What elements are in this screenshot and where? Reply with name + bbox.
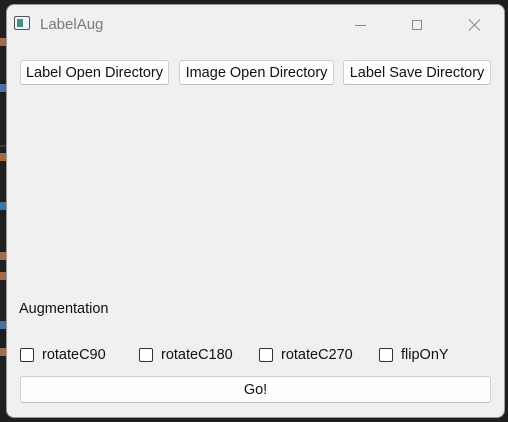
label-save-directory-button[interactable]: Label Save Directory — [343, 60, 491, 85]
checkbox-box[interactable] — [20, 348, 34, 362]
maximize-icon — [412, 20, 422, 30]
minimize-icon — [354, 24, 366, 26]
checkbox-rotatec180[interactable]: rotateC180 — [139, 347, 233, 363]
close-button[interactable] — [455, 11, 495, 39]
checkbox-rotatec90[interactable]: rotateC90 — [20, 347, 106, 363]
augmentation-heading: Augmentation — [19, 301, 109, 317]
close-icon — [468, 18, 482, 32]
labelaug-window: LabelAug Label Open Directory Image Open… — [6, 4, 505, 418]
checkbox-label: rotateC270 — [281, 347, 353, 363]
checkbox-label: rotateC180 — [161, 347, 233, 363]
checkbox-label: rotateC90 — [42, 347, 106, 363]
go-button[interactable]: Go! — [20, 376, 491, 403]
app-window-icon — [14, 16, 30, 30]
checkbox-box[interactable] — [379, 348, 393, 362]
checkbox-label: flipOnY — [401, 347, 449, 363]
checkbox-rotatec270[interactable]: rotateC270 — [259, 347, 353, 363]
image-open-directory-button[interactable]: Image Open Directory — [179, 60, 334, 85]
window-title: LabelAug — [40, 16, 104, 33]
checkbox-fliponey[interactable]: flipOnY — [379, 347, 449, 363]
label-open-directory-button[interactable]: Label Open Directory — [20, 60, 169, 85]
checkbox-box[interactable] — [139, 348, 153, 362]
title-bar[interactable]: LabelAug — [7, 5, 504, 45]
checkbox-box[interactable] — [259, 348, 273, 362]
maximize-button[interactable] — [397, 11, 437, 39]
minimize-button[interactable] — [340, 11, 380, 39]
